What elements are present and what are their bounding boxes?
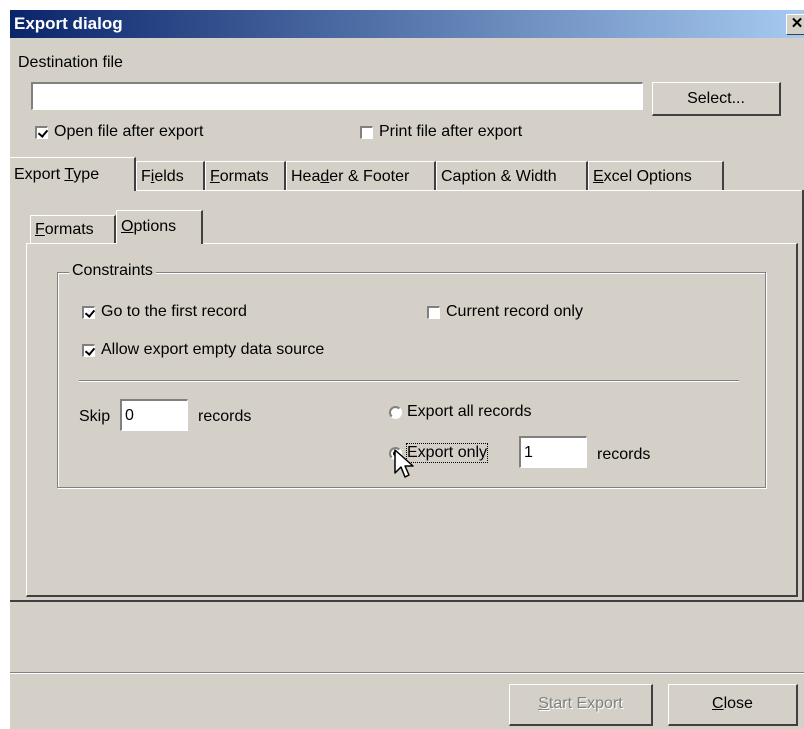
allow-empty-datasource-checkbox[interactable]: [82, 344, 95, 357]
allow-empty-datasource-label: Allow export empty data source: [101, 341, 325, 358]
start-export-button[interactable]: Start Export: [509, 684, 653, 726]
export-all-records-radio[interactable]: [389, 406, 402, 419]
tab-export-type[interactable]: Export Type: [10, 157, 136, 191]
destination-label: Destination file: [18, 54, 123, 71]
subtab-formats[interactable]: Formats: [30, 215, 116, 244]
tab-fields[interactable]: Fields: [136, 161, 205, 191]
export-only-suffix: records: [597, 446, 651, 463]
go-to-first-record-label: Go to the first record: [101, 303, 247, 320]
title-bar: Export dialog ✕: [10, 10, 804, 38]
skip-label: Skip: [79, 408, 111, 425]
tab-formats[interactable]: Formats: [205, 161, 286, 191]
export-only-count-input[interactable]: [519, 436, 587, 468]
print-after-export-label: Print file after export: [379, 123, 523, 140]
close-button[interactable]: Close: [668, 684, 798, 726]
tab-excel-options[interactable]: Excel Options: [588, 161, 724, 191]
tab-header-footer[interactable]: Header & Footer: [286, 161, 436, 191]
go-to-first-record-checkbox[interactable]: [82, 306, 95, 319]
open-after-export-label: Open file after export: [54, 123, 204, 140]
export-only-label: Export only: [405, 443, 489, 463]
skip-records-suffix: records: [198, 408, 252, 425]
print-after-export-checkbox[interactable]: [360, 126, 373, 139]
export-all-records-label: Export all records: [407, 403, 532, 420]
footer-separator: [10, 672, 804, 674]
current-record-only-label: Current record only: [446, 303, 583, 320]
subtab-options[interactable]: Options: [116, 210, 203, 244]
constraints-separator: [79, 380, 739, 382]
subtab-strip-line: [203, 243, 795, 244]
constraints-legend: Constraints: [69, 262, 156, 280]
close-icon[interactable]: ✕: [786, 14, 804, 35]
skip-records-input[interactable]: [120, 399, 188, 431]
tab-caption-width[interactable]: Caption & Width: [436, 161, 588, 191]
arrow-cursor-icon: [394, 449, 414, 478]
current-record-only-checkbox[interactable]: [427, 306, 440, 319]
open-after-export-checkbox[interactable]: [35, 126, 48, 139]
window-title: Export dialog: [14, 14, 123, 33]
destination-file-input[interactable]: [31, 82, 643, 110]
select-button[interactable]: Select...: [652, 82, 781, 116]
export-dialog-window: Export dialog ✕ Destination file Select.…: [10, 10, 804, 729]
